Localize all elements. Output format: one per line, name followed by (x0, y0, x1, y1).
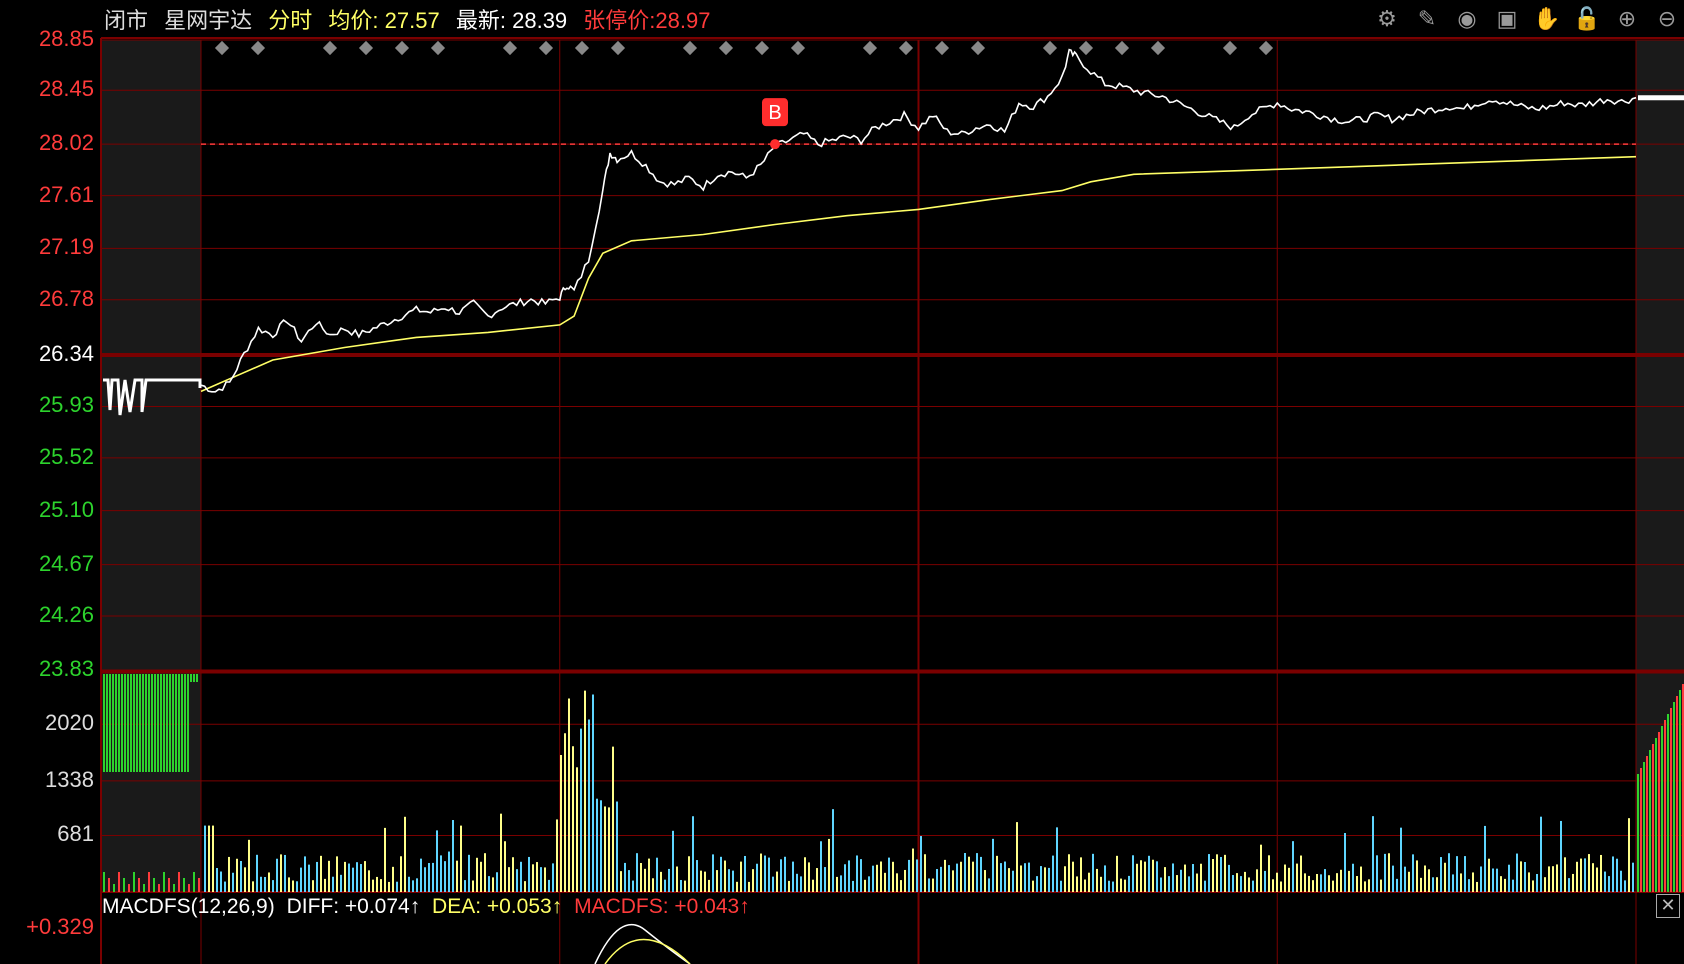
event-diamond-icon (790, 40, 806, 56)
price-tick-label: 26.78 (38, 285, 94, 311)
event-diamond-icon (430, 40, 446, 56)
event-diamond-icon (394, 40, 410, 56)
macd-diff: DIFF: +0.074↑ (286, 895, 421, 918)
event-diamond-icon (754, 40, 770, 56)
price-tick-label: 27.19 (38, 234, 94, 260)
macd-title: MACDFS(12,26,9) (102, 895, 275, 918)
event-diamond-icon (862, 40, 878, 56)
price-tick-label: 25.10 (38, 496, 94, 522)
macd-dea: DEA: +0.053↑ (432, 895, 563, 918)
volume-tick-label: 1338 (45, 766, 94, 792)
event-diamond-icon (214, 40, 230, 56)
event-diamond-icon (1042, 40, 1058, 56)
close-icon[interactable]: ✕ (1656, 894, 1680, 918)
price-tick-label: 26.34 (38, 341, 94, 366)
macd-axis-top: +0.329 (26, 914, 94, 939)
event-diamond-icon (1258, 40, 1274, 56)
event-diamond-icon (718, 40, 734, 56)
event-diamond-icon (250, 40, 266, 56)
event-diamond-icon (502, 40, 518, 56)
event-diamond-icon (898, 40, 914, 56)
event-diamond-icon (970, 40, 986, 56)
macd-macdfs: MACDFS: +0.043↑ (574, 895, 750, 918)
event-diamond-icon (682, 40, 698, 56)
lock-icon[interactable]: 🔓 (1572, 4, 1602, 34)
header-bar: 闭市 星网宇达 分时 均价: 27.57 最新: 28.39 张停价:28.97 (104, 3, 720, 35)
zoom-in-icon[interactable]: ⊕ (1612, 4, 1642, 34)
event-diamond-icon (1150, 40, 1166, 56)
price-tick-label: 28.02 (38, 130, 94, 156)
stock-name: 星网宇达 (164, 8, 253, 33)
price-tick-label: 24.67 (38, 550, 94, 576)
pen-icon[interactable]: ✎ (1412, 4, 1442, 34)
market-status: 闭市 (104, 8, 149, 33)
eye-icon[interactable]: ◉ (1452, 4, 1482, 34)
limit-price-label: 张停价:28.97 (583, 8, 711, 33)
price-tick-label: 25.93 (38, 392, 94, 418)
price-tick-label: 28.45 (38, 76, 94, 102)
event-diamond-icon (538, 40, 554, 56)
price-tick-label: 23.83 (38, 656, 94, 681)
event-diamond-icon (574, 40, 590, 56)
settings-icon[interactable]: ⚙ (1372, 4, 1402, 34)
event-diamond-icon (1222, 40, 1238, 56)
macd-dea-line (604, 938, 691, 964)
buy-marker-label: B (768, 102, 781, 124)
event-diamond-icon (1078, 40, 1094, 56)
chart-canvas: B (100, 37, 1684, 964)
event-diamond-icon (934, 40, 950, 56)
price-tick-label: 24.26 (38, 602, 94, 628)
avg-price-label: 均价: 27.57 (328, 8, 440, 33)
toolbar: ⚙ ✎ ◉ ▣ ✋ 🔓 ⊕ ⊖ (1372, 4, 1682, 34)
buy-marker-dot (770, 139, 780, 150)
price-tick-label: 28.85 (38, 26, 94, 51)
volume-tick-label: 681 (57, 821, 94, 847)
volume-tick-label: 2020 (45, 710, 94, 736)
price-tick-label: 27.61 (38, 181, 94, 207)
event-diamond-icon (1114, 40, 1130, 56)
event-diamond-icon (610, 40, 626, 56)
price-tick-label: 25.52 (38, 443, 94, 469)
chart-mode[interactable]: 分时 (268, 8, 312, 33)
event-diamond-icon (358, 40, 374, 56)
box-icon[interactable]: ▣ (1492, 4, 1522, 34)
event-diamond-icon (322, 40, 338, 56)
hand-icon[interactable]: ✋ (1532, 4, 1562, 34)
last-price-label: 最新: 28.39 (455, 8, 568, 33)
zoom-out-icon[interactable]: ⊖ (1652, 4, 1682, 34)
macd-header: MACDFS(12,26,9) DIFF: +0.074↑ DEA: +0.05… (102, 895, 756, 919)
